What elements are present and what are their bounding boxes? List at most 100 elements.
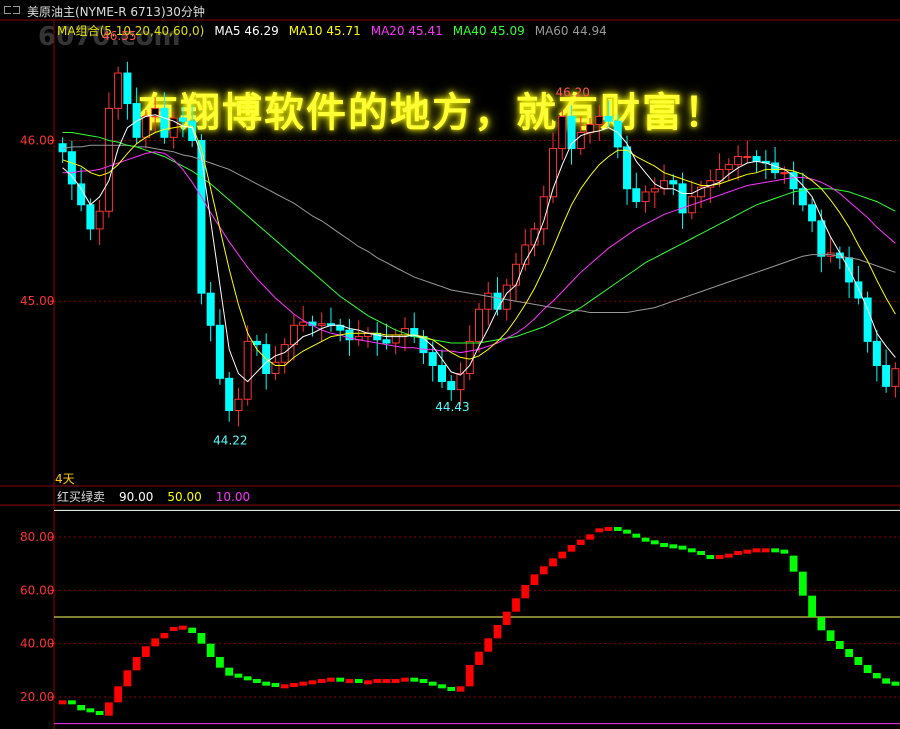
indicator-bar-buy	[530, 574, 539, 585]
indicator-bar-sell	[854, 657, 863, 665]
indicator-bar-buy	[567, 545, 576, 552]
indicator-bar-sell	[271, 683, 280, 687]
indicator-bar-sell	[687, 548, 696, 553]
candle-up	[243, 340, 252, 400]
indicator-bar-buy	[151, 638, 160, 647]
indicator-bar-buy	[761, 548, 770, 553]
candle-down	[215, 324, 224, 379]
indicator-bar-sell	[623, 529, 631, 534]
indicator-bar-sell	[891, 681, 900, 686]
indicator-bar-buy	[401, 677, 409, 682]
indicator-bar-buy	[734, 551, 742, 555]
indicator-bar-buy	[132, 657, 141, 671]
indicator-bar-buy	[595, 528, 604, 533]
indicator-bar-sell	[86, 708, 95, 713]
indicator-tick-label: 80.00	[20, 530, 54, 544]
price-chart[interactable]: 46.00 45.00 80.00 60.00 40.00 20.00 46.55 44.22…	[0, 0, 900, 729]
indicator-bar-buy	[58, 700, 67, 705]
indicator-bar-sell	[95, 711, 104, 715]
indicator-bar-sell	[882, 678, 891, 684]
candle-up	[95, 210, 104, 230]
candle-down	[632, 188, 641, 203]
indicator-bar-buy	[512, 598, 520, 612]
indicator-bar-sell	[650, 540, 659, 545]
indicator-bar-buy	[493, 625, 502, 639]
candle-up	[530, 228, 539, 246]
indicator-bar-buy	[724, 553, 733, 558]
indicator-bar-sell	[863, 665, 872, 673]
indicator-bar-sell	[197, 633, 206, 644]
candle-up	[558, 115, 567, 150]
indicator-bar-sell	[262, 681, 271, 686]
indicator-bar-sell	[336, 677, 345, 682]
candle-up	[299, 321, 308, 326]
indicator-bar-buy	[299, 681, 308, 686]
indicator-bar-buy	[465, 665, 474, 687]
indicator-bar-sell	[428, 681, 437, 686]
indicator-bar-buy	[169, 627, 178, 631]
candle-down	[160, 107, 169, 138]
indicator-bar-buy	[317, 679, 326, 683]
indicator-bar-sell	[845, 649, 853, 657]
indicator-bar-sell	[234, 673, 243, 678]
indicator-bar-buy	[521, 585, 530, 599]
indicator-bar-buy	[484, 638, 493, 652]
indicator-bar-buy	[290, 683, 298, 687]
candle-up	[595, 115, 604, 125]
indicator-bar-buy	[105, 702, 113, 716]
candle-up	[715, 168, 724, 182]
high-marker-1: 46.55	[102, 29, 136, 43]
indicator-bar-buy	[308, 680, 317, 685]
indicator-bar-sell	[438, 684, 446, 689]
indicator-bar-buy	[539, 566, 548, 575]
candle-down	[225, 377, 234, 411]
indicator-bar-sell	[789, 555, 798, 572]
candle-down	[382, 339, 391, 344]
indicator-bar-sell	[826, 630, 835, 641]
indicator-bar-sell	[660, 543, 668, 547]
candle-down	[771, 162, 780, 174]
candle-up	[456, 373, 465, 391]
candle-up	[104, 107, 113, 212]
candle-down	[437, 364, 447, 383]
candle-down	[817, 220, 826, 257]
candle-up	[641, 191, 650, 203]
candle-down	[178, 117, 187, 122]
candle-down	[447, 381, 456, 391]
indicator-bar-buy	[475, 651, 483, 665]
indicator-bar-sell	[641, 537, 650, 542]
candle-down	[882, 364, 891, 387]
indicator-bar-sell	[419, 679, 428, 683]
candle-down	[752, 156, 761, 162]
indicator-bar-sell	[817, 617, 826, 631]
indicator-bar-sell	[188, 627, 197, 633]
indicator-bar-sell	[243, 676, 252, 681]
indicator-bar-sell	[835, 641, 844, 649]
candle-down	[623, 146, 632, 190]
indicator-bar-buy	[142, 646, 150, 657]
indicator-bar-buy	[502, 611, 511, 625]
indicator-bar-sell	[206, 643, 215, 657]
indicator-bar-sell	[771, 548, 779, 553]
candle-up	[114, 72, 123, 109]
candle-up	[734, 156, 743, 166]
indicator-bar-sell	[447, 687, 456, 691]
candle-down	[197, 140, 206, 294]
candle-up	[650, 188, 659, 193]
indicator-bar-buy	[549, 558, 557, 567]
indicator-bar-buy	[576, 539, 585, 545]
indicator-tick-label: 20.00	[20, 690, 54, 704]
candle-down	[86, 204, 95, 230]
candle-up	[474, 308, 484, 342]
low-marker-2: 44.43	[435, 400, 469, 414]
indicator-bar-buy	[715, 555, 724, 559]
price-tick-label: 46.00	[20, 134, 54, 148]
indicator-bar-sell	[780, 549, 789, 554]
candle-down	[206, 292, 215, 326]
indicator-bar-sell	[225, 667, 234, 676]
candle-up	[234, 398, 243, 411]
indicator-bar-sell	[613, 527, 622, 531]
indicator-bar-sell	[808, 595, 816, 617]
price-tick-label: 45.00	[20, 294, 54, 308]
indicator-bar-sell	[798, 571, 807, 596]
